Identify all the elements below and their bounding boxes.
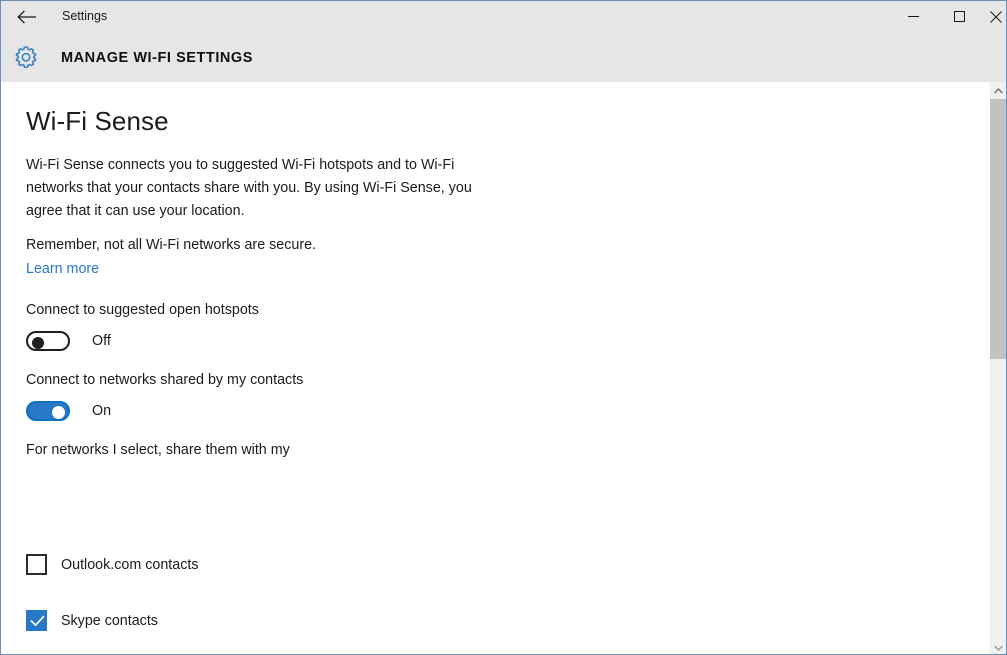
chevron-up-icon <box>994 87 1003 93</box>
page-title: MANAGE WI-FI SETTINGS <box>61 50 253 66</box>
chevron-down-icon <box>994 645 1003 651</box>
title-bar: Settings <box>1 1 1006 32</box>
close-icon <box>989 10 1002 23</box>
checkbox-row-outlook[interactable]: Outlook.com contacts <box>26 554 198 575</box>
scrollbar-thumb[interactable] <box>990 99 1006 359</box>
share-group-label: For networks I select, share them with m… <box>26 442 290 458</box>
toggle-state-suggested-hotspots: Off <box>92 333 111 349</box>
checkmark-icon <box>30 615 45 627</box>
checkbox-outlook[interactable] <box>26 554 47 575</box>
toggle-shared-networks[interactable] <box>26 401 70 421</box>
checkbox-row-skype[interactable]: Skype contacts <box>26 610 158 631</box>
toggle-row-shared-networks: On <box>26 400 111 422</box>
settings-window: Settings MANAGE WI-FI SETTINGS Wi-Fi Sen… <box>0 0 1007 655</box>
content-pane: Wi-Fi Sense Wi-Fi Sense connects you to … <box>1 82 989 655</box>
section-heading: Wi-Fi Sense <box>26 106 169 136</box>
toggle-knob <box>52 406 65 419</box>
page-header: MANAGE WI-FI SETTINGS <box>1 32 1006 82</box>
back-button[interactable] <box>9 2 45 31</box>
intro-paragraph: Wi-Fi Sense connects you to suggested Wi… <box>26 157 472 219</box>
learn-more-link[interactable]: Learn more <box>26 261 99 277</box>
checkbox-label-outlook: Outlook.com contacts <box>61 556 199 573</box>
minimize-icon <box>908 16 919 17</box>
checkbox-label-skype: Skype contacts <box>61 612 158 629</box>
back-arrow-icon <box>17 10 36 23</box>
scroll-down-button[interactable] <box>990 639 1006 655</box>
app-title: Settings <box>62 9 108 23</box>
toggle-row-suggested-hotspots: Off <box>26 330 111 352</box>
setting-label-suggested-hotspots: Connect to suggested open hotspots <box>26 302 259 318</box>
gear-icon <box>12 43 40 71</box>
maximize-button[interactable] <box>937 1 982 32</box>
checkbox-skype[interactable] <box>26 610 47 631</box>
toggle-knob <box>32 337 44 349</box>
vertical-scrollbar[interactable] <box>989 82 1006 655</box>
remember-paragraph: Remember, not all Wi-Fi networks are sec… <box>26 237 317 253</box>
scroll-up-button[interactable] <box>990 82 1006 99</box>
toggle-state-shared-networks: On <box>92 403 112 419</box>
close-button[interactable] <box>983 1 1006 32</box>
maximize-icon <box>954 11 965 22</box>
setting-label-shared-networks: Connect to networks shared by my contact… <box>26 372 304 388</box>
minimize-button[interactable] <box>891 1 936 32</box>
toggle-suggested-hotspots[interactable] <box>26 331 70 351</box>
